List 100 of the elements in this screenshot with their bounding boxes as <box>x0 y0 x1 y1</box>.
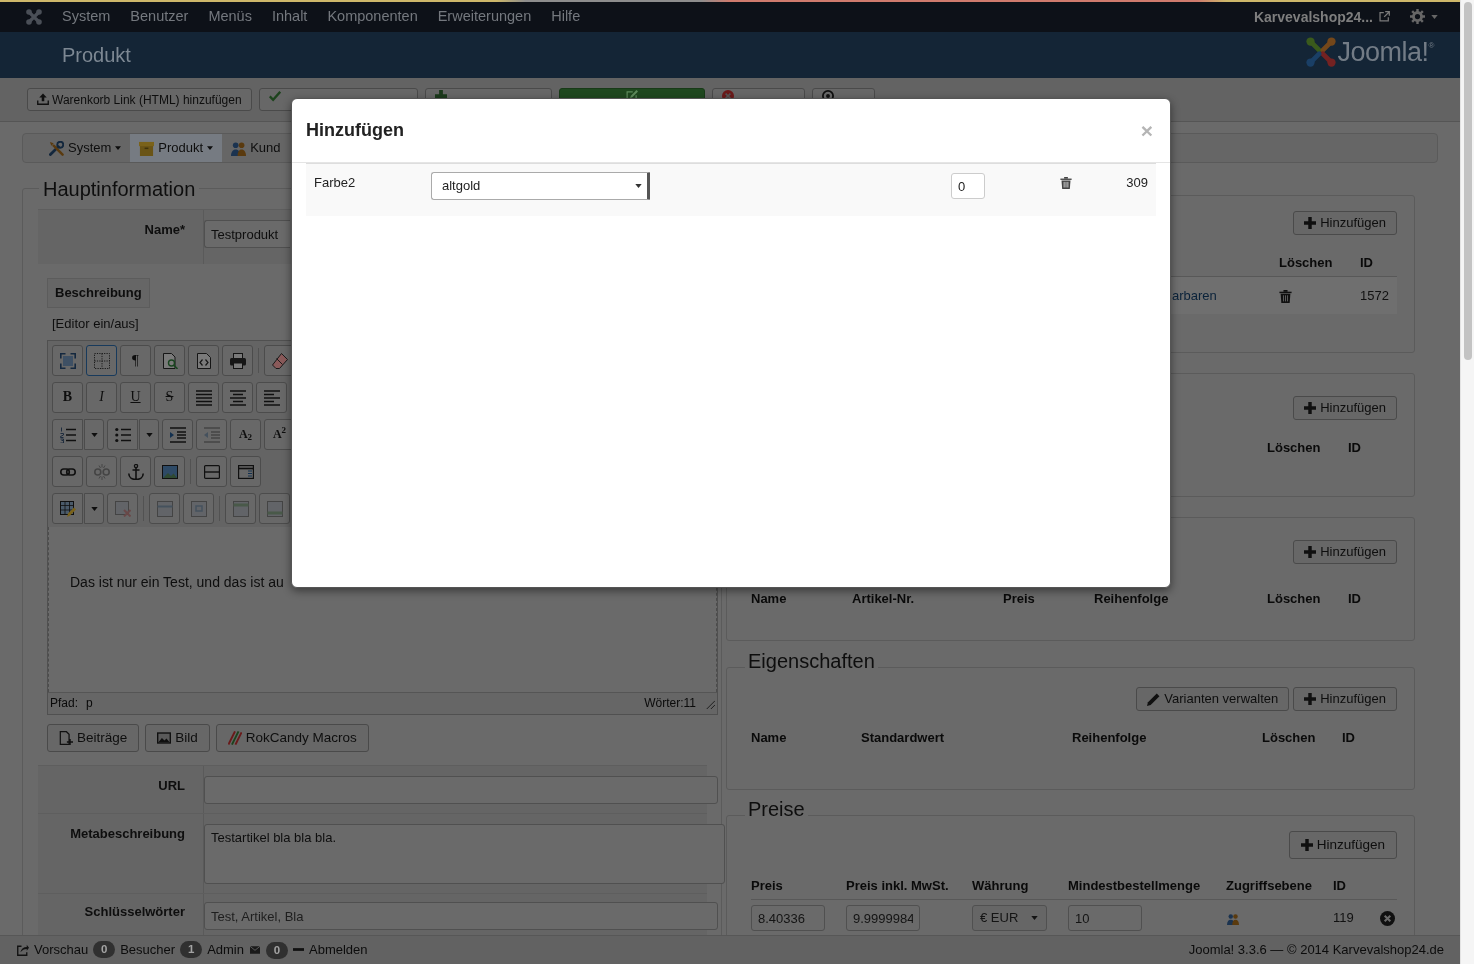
add-button[interactable]: Hinzufügen <box>1293 687 1397 711</box>
dropdown-button[interactable] <box>84 493 104 524</box>
dropdown-button[interactable] <box>139 419 159 450</box>
footer-link[interactable]: Admin <box>207 941 244 959</box>
indent-button[interactable] <box>162 419 193 450</box>
trash-icon[interactable] <box>1060 175 1072 190</box>
editor-button[interactable]: Beiträge <box>47 724 140 752</box>
toolbar-button[interactable]: Warenkorb Link (HTML) hinzufügen <box>27 88 252 111</box>
description-tab[interactable]: Beschreibung <box>47 278 150 308</box>
scrollbar-thumb[interactable] <box>1463 2 1472 360</box>
visual-aid-button[interactable] <box>86 345 117 376</box>
numbered-list-button[interactable] <box>52 419 83 450</box>
add-button[interactable]: Hinzufügen <box>1293 540 1397 564</box>
submenu-item[interactable]: Produkt <box>130 134 223 162</box>
justify-button[interactable] <box>188 382 219 413</box>
print-button[interactable] <box>222 345 253 376</box>
column-header: ID <box>1348 439 1362 457</box>
count-pill: 1 <box>180 941 203 959</box>
align-center-button[interactable] <box>222 382 253 413</box>
plus-icon <box>1304 693 1317 705</box>
align-left-button[interactable] <box>256 382 287 413</box>
editor-button[interactable]: RokCandy Macros <box>215 724 369 752</box>
footer-link[interactable]: Abmelden <box>309 941 368 959</box>
menu-item[interactable]: Erweiterungen <box>427 7 542 27</box>
insert-row-before-icon <box>232 500 249 517</box>
editor-button[interactable]: Bild <box>145 724 210 752</box>
document-search-icon <box>161 352 178 369</box>
table-button[interactable] <box>52 493 83 524</box>
menu-item[interactable]: Inhalt <box>261 7 318 27</box>
caret-icon <box>90 432 98 437</box>
column-header: Zugriffsebene <box>1226 876 1313 895</box>
menu-item[interactable]: System <box>52 7 121 27</box>
path-value[interactable]: p <box>86 695 93 712</box>
image-icon <box>157 731 172 745</box>
align-justify-icon <box>195 389 212 406</box>
value-select[interactable]: altgold <box>431 172 650 200</box>
column-header: Standardwert <box>861 729 946 747</box>
trash-icon[interactable] <box>1279 288 1292 304</box>
caret-icon <box>635 184 642 188</box>
submenu-item[interactable]: Kund <box>222 134 290 162</box>
menu-item[interactable]: Hilfe <box>541 7 591 27</box>
strikethrough-button[interactable]: S <box>154 382 185 413</box>
image-icon <box>161 463 178 480</box>
column-header: Löschen <box>1279 253 1334 272</box>
close-button[interactable]: × <box>1140 120 1153 141</box>
manage-variants-button[interactable]: Varianten verwalten <box>1136 687 1290 711</box>
input-field[interactable]: 8.40336 <box>751 905 825 931</box>
subscript-button[interactable]: A$_{2}$ <box>230 419 261 450</box>
remove-icon[interactable] <box>1380 911 1395 927</box>
underline-button[interactable]: U <box>120 382 151 413</box>
footer-credits: Joomla! 3.3.6 — © 2014 Karvevalshop24.de <box>1188 941 1444 959</box>
resize-handle-icon[interactable] <box>704 698 715 709</box>
scrollbar[interactable] <box>1460 0 1474 964</box>
fullscreen-button[interactable] <box>52 345 83 376</box>
logo-icon[interactable] <box>26 9 42 25</box>
document-plus-icon <box>59 731 73 745</box>
column-header: Mindestbestellmenge <box>1068 876 1202 895</box>
add-button[interactable]: Hinzufügen <box>1288 831 1397 859</box>
column-header: Name <box>751 590 788 608</box>
column-header: Reihenfolge <box>1094 590 1170 608</box>
anchor-button[interactable] <box>120 456 151 487</box>
preview-button[interactable] <box>154 345 185 376</box>
input-field[interactable]: 10 <box>1068 905 1142 931</box>
horizontal-rule-button[interactable] <box>196 456 227 487</box>
menu-item[interactable]: Menüs <box>198 7 262 27</box>
paragraph-marks-button[interactable]: ¶ <box>120 345 151 376</box>
dropdown-button[interactable] <box>84 419 104 450</box>
menu-item[interactable]: Komponenten <box>317 7 428 27</box>
item-link[interactable]: arbaren <box>1172 287 1217 303</box>
users-icon <box>231 140 247 156</box>
name-input[interactable]: Testprodukt <box>204 220 290 248</box>
number-input[interactable]: 0 <box>951 173 985 199</box>
template-button[interactable] <box>230 456 261 487</box>
settings-icon[interactable] <box>1410 9 1425 25</box>
site-link[interactable]: Karvevalshop24... <box>1253 7 1390 27</box>
eraser-icon <box>271 352 288 369</box>
count-pill: 0 <box>93 941 116 959</box>
editor-toggle-link[interactable]: [Editor ein/aus] <box>52 317 139 331</box>
currency-select[interactable]: € EUR <box>972 905 1047 931</box>
text-area[interactable]: Testartikel bla bla bla. <box>204 824 725 884</box>
submenu-item[interactable]: System <box>40 134 131 162</box>
menu-item[interactable]: Benutzer <box>120 7 199 27</box>
table-cell: 119 <box>1333 910 1354 926</box>
input-field[interactable]: Test, Artikel, Bla <box>204 902 718 930</box>
insert-image-button[interactable] <box>154 456 185 487</box>
input-field[interactable] <box>204 776 718 804</box>
footer-link[interactable]: Besucher <box>120 941 176 959</box>
dotted-grid-icon <box>93 352 110 369</box>
bulleted-list-button[interactable] <box>107 419 138 450</box>
bold-button[interactable]: B <box>52 382 83 413</box>
share-icon[interactable] <box>17 944 29 956</box>
add-button[interactable]: Hinzufügen <box>1293 211 1397 235</box>
italic-button[interactable]: I <box>86 382 117 413</box>
footer-link[interactable]: Vorschau <box>34 941 89 959</box>
column-header: ID <box>1342 729 1356 747</box>
source-code-button[interactable] <box>188 345 219 376</box>
minus-icon[interactable] <box>293 948 304 952</box>
envelope-icon[interactable] <box>249 945 261 955</box>
add-button[interactable]: Hinzufügen <box>1293 396 1397 420</box>
link-button[interactable] <box>52 456 83 487</box>
